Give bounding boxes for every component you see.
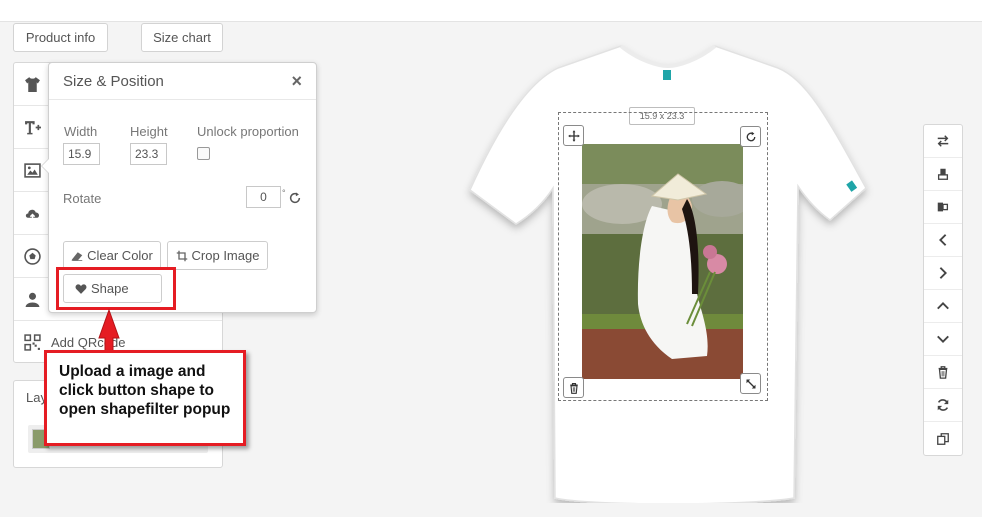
move-handle[interactable] (563, 125, 584, 146)
swap-icon (937, 135, 949, 147)
unlock-proportion-checkbox[interactable] (197, 147, 210, 160)
move-left-button[interactable] (924, 224, 962, 257)
popup-pointer (41, 158, 49, 174)
swap-button[interactable] (924, 125, 962, 158)
trash-icon (569, 382, 578, 394)
width-input[interactable] (63, 143, 100, 165)
resize-handle[interactable] (740, 373, 761, 394)
right-toolbar (923, 124, 963, 456)
upload-icon (25, 209, 40, 221)
align-center-horizontal-icon (937, 202, 949, 212)
rotate-reset-icon[interactable] (288, 191, 302, 205)
move-right-button[interactable] (924, 257, 962, 290)
add-text-icon (25, 120, 41, 134)
image-icon (24, 162, 41, 178)
crop-image-button[interactable]: Crop Image (167, 241, 268, 270)
user-icon (25, 292, 40, 307)
refresh-icon (937, 399, 949, 411)
move-icon (567, 129, 580, 142)
product-info-button[interactable]: Product info (13, 23, 108, 52)
move-down-button[interactable] (924, 323, 962, 356)
arrow-down-icon (937, 335, 949, 343)
popup-title: Size & Position (63, 73, 164, 90)
eraser-icon (71, 251, 83, 261)
degree-symbol: ° (282, 188, 286, 198)
clipart-icon (24, 247, 41, 265)
rotate-input[interactable]: 0 (246, 186, 281, 208)
crop-image-label: Crop Image (191, 248, 260, 263)
reset-button[interactable] (924, 389, 962, 422)
height-label: Height (130, 124, 168, 139)
align-center-horizontal-button[interactable] (924, 191, 962, 224)
shape-button-highlight (56, 267, 176, 310)
callout-arrow (98, 308, 120, 355)
clear-color-label: Clear Color (87, 248, 153, 263)
align-center-vertical-button[interactable] (924, 158, 962, 191)
arrow-up-icon (937, 302, 949, 310)
move-up-button[interactable] (924, 290, 962, 323)
qr-icon (24, 334, 41, 351)
annotation-callout: Upload a image and click button shape to… (44, 350, 246, 446)
neck-label (663, 70, 671, 80)
popup-header: Size & Position × (49, 63, 316, 100)
duplicate-button[interactable] (924, 422, 962, 455)
rotate-handle[interactable] (740, 126, 761, 147)
size-chart-button[interactable]: Size chart (141, 23, 223, 52)
top-bar (0, 0, 982, 22)
duplicate-icon (937, 432, 949, 445)
trash-icon (938, 366, 948, 379)
uploaded-photo[interactable] (582, 144, 743, 379)
delete-button[interactable] (924, 356, 962, 389)
unlock-proportion-label: Unlock proportion (197, 124, 299, 139)
height-input[interactable] (130, 143, 167, 165)
resize-icon (746, 379, 755, 388)
rotate-icon (746, 131, 755, 141)
clear-color-button[interactable]: Clear Color (63, 241, 161, 270)
rotate-label: Rotate (63, 191, 102, 206)
crop-icon (176, 250, 187, 261)
arrow-left-icon (939, 234, 947, 246)
arrow-right-icon (939, 267, 947, 279)
tshirt-icon (25, 76, 40, 92)
delete-handle[interactable] (563, 377, 584, 398)
close-icon[interactable]: × (291, 72, 302, 90)
width-label: Width (64, 124, 98, 139)
align-center-vertical-icon (937, 168, 949, 180)
